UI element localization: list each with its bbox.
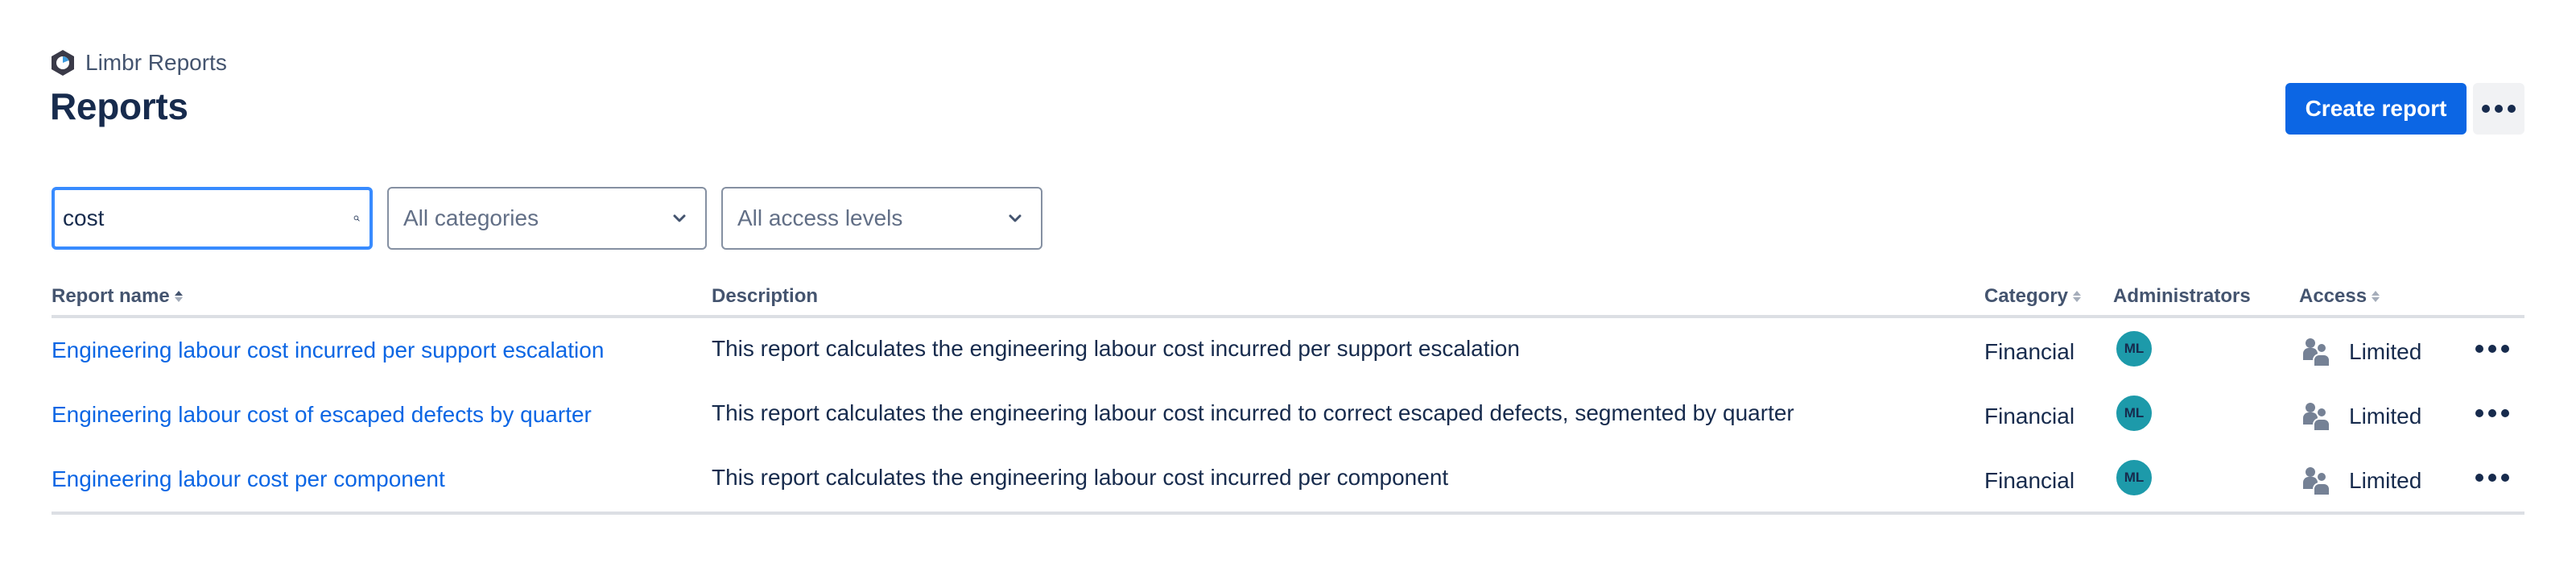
sort-icon [2073, 291, 2082, 302]
column-header-label: Report name [52, 285, 170, 307]
ellipsis-dot [2501, 345, 2509, 353]
column-header-label: Access [2299, 285, 2368, 307]
sort-icon [2372, 291, 2380, 302]
cell-category: Financial [1984, 404, 2075, 429]
create-report-button[interactable]: Create report [2285, 83, 2467, 135]
people-group-icon [2303, 467, 2330, 496]
chevron-down-icon [1009, 214, 1022, 222]
cell-administrators: ML [2115, 318, 2153, 383]
more-actions-button[interactable] [2473, 83, 2524, 135]
cell-administrators: ML [2115, 447, 2153, 512]
reports-table: Report name Description Category Adminis… [52, 274, 2524, 515]
search-input[interactable] [63, 190, 353, 246]
column-header-label: Category [1984, 285, 2069, 307]
ellipsis-icon [2475, 474, 2483, 482]
category-filter-value: All categories [403, 205, 539, 230]
access-filter-select[interactable]: All access levels [721, 187, 1042, 250]
cell-report-name: Engineering labour cost per component [52, 447, 445, 512]
cell-description: This report calculates the engineering l… [712, 400, 1794, 425]
access-level-label: Limited [2349, 404, 2422, 429]
access-filter-value: All access levels [737, 205, 903, 230]
cell-category: Financial [1984, 468, 2075, 493]
cell-actions [2467, 383, 2518, 447]
row-more-actions-button[interactable] [2469, 338, 2516, 359]
category-filter-select[interactable]: All categories [387, 187, 707, 250]
cell-access: Limited [2301, 318, 2421, 383]
cell-access: Limited [2301, 447, 2421, 512]
cell-category: Financial [1984, 339, 2075, 364]
report-name-link[interactable]: Engineering labour cost incurred per sup… [52, 338, 604, 363]
column-header-administrators: Administrators [2113, 285, 2251, 308]
cell-description: This report calculates the engineering l… [712, 336, 1520, 361]
ellipsis-dot [2508, 105, 2516, 113]
people-group-icon [2303, 338, 2330, 367]
search-field[interactable] [52, 187, 373, 250]
table-header: Report name Description Category Adminis… [52, 274, 2524, 318]
access-level-label: Limited [2349, 468, 2422, 493]
admin-avatar[interactable]: ML [2115, 458, 2153, 497]
cell-access: Limited [2301, 383, 2421, 447]
limbr-logo-icon [52, 50, 74, 76]
ellipsis-icon [2482, 105, 2490, 113]
search-icon[interactable] [353, 206, 360, 230]
column-header-label: Description [712, 285, 819, 307]
breadcrumb: Limbr Reports [50, 48, 227, 77]
ellipsis-dot [2488, 345, 2496, 353]
column-header-access[interactable]: Access [2299, 285, 2381, 308]
page-title: Reports [50, 85, 188, 127]
column-header-description: Description [712, 285, 818, 308]
report-name-link[interactable]: Engineering labour cost of escaped defec… [52, 402, 592, 428]
ellipsis-dot [2488, 474, 2496, 482]
row-more-actions-button[interactable] [2469, 467, 2516, 488]
table-row: Engineering labour cost of escaped defec… [52, 383, 2524, 447]
admin-avatar[interactable]: ML [2115, 329, 2153, 368]
people-group-icon [2303, 403, 2330, 432]
ellipsis-dot [2501, 409, 2509, 417]
cell-administrators: ML [2115, 383, 2153, 447]
column-header-category[interactable]: Category [1984, 285, 2083, 308]
table-body: Engineering labour cost incurred per sup… [52, 318, 2524, 512]
ellipsis-dot [2501, 474, 2509, 482]
admin-avatar[interactable]: ML [2115, 394, 2153, 433]
cell-report-name: Engineering labour cost incurred per sup… [52, 318, 604, 383]
row-more-actions-button[interactable] [2469, 403, 2516, 424]
ellipsis-dot [2488, 409, 2496, 417]
cell-actions [2467, 318, 2518, 383]
report-name-link[interactable]: Engineering labour cost per component [52, 466, 445, 492]
table-bottom-border [52, 512, 2524, 515]
ellipsis-dot [2495, 105, 2503, 113]
chevron-down-icon [673, 214, 686, 222]
ellipsis-icon [2475, 409, 2483, 417]
access-level-label: Limited [2349, 339, 2422, 364]
cell-description: This report calculates the engineering l… [712, 465, 1449, 490]
breadcrumb-app-link[interactable]: Limbr Reports [85, 48, 227, 77]
cell-actions [2467, 447, 2518, 512]
sort-ascending-icon [174, 291, 183, 302]
column-header-report-name[interactable]: Report name [52, 285, 184, 308]
ellipsis-icon [2475, 345, 2483, 353]
table-row: Engineering labour cost per component Th… [52, 447, 2524, 512]
column-header-label: Administrators [2113, 285, 2251, 307]
cell-report-name: Engineering labour cost of escaped defec… [52, 383, 592, 447]
table-row: Engineering labour cost incurred per sup… [52, 318, 2524, 383]
